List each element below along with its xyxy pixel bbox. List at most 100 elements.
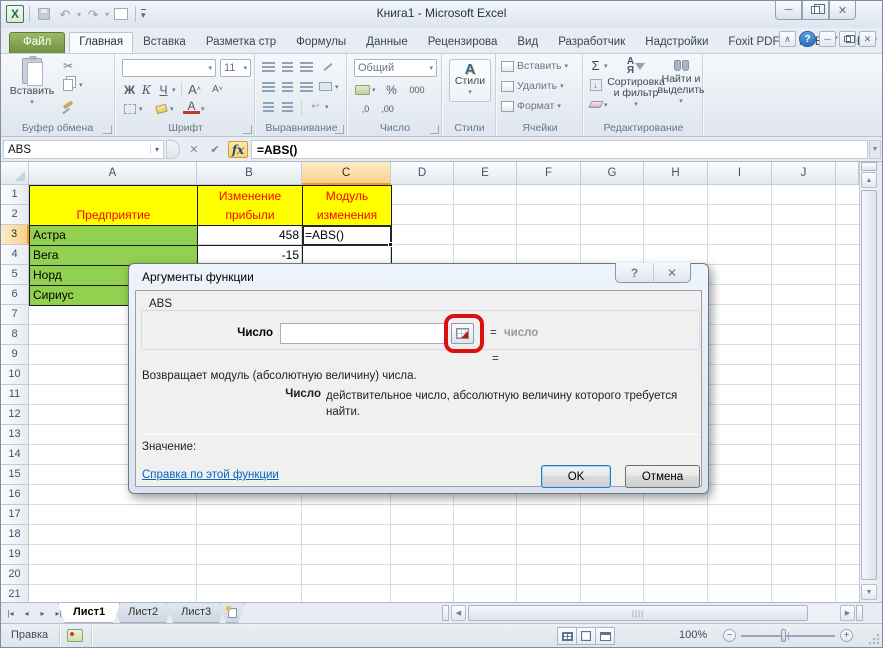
column-header-E[interactable]: E — [454, 162, 517, 185]
align-middle-icon[interactable] — [279, 58, 296, 75]
ribbon-tab-файл[interactable]: Файл — [9, 32, 65, 53]
decrease-indent-icon[interactable] — [260, 98, 277, 115]
align-top-icon[interactable] — [260, 58, 277, 75]
scroll-right-icon[interactable]: ▶ — [840, 605, 855, 621]
row-header-7[interactable]: 7 — [1, 305, 29, 325]
column-header-F[interactable]: F — [517, 162, 581, 185]
expand-formula-bar-icon[interactable]: ▼ — [869, 140, 881, 159]
row-header-20[interactable]: 20 — [1, 565, 29, 585]
cancel-button[interactable]: Отмена — [625, 465, 700, 488]
clear-dropdown-icon[interactable]: ▾ — [604, 101, 608, 109]
cell-A1:A2[interactable]: Предприятие — [29, 185, 198, 226]
align-center-icon[interactable] — [279, 78, 296, 95]
row-header-12[interactable]: 12 — [1, 405, 29, 425]
select-all-button[interactable] — [1, 162, 29, 185]
workbook-minimize-icon[interactable]: ─ — [819, 31, 836, 47]
cut-icon[interactable]: ✂ — [59, 57, 77, 74]
row-header-18[interactable]: 18 — [1, 525, 29, 545]
borders-dropdown-icon[interactable]: ▾ — [139, 105, 143, 113]
row-header-15[interactable]: 15 — [1, 465, 29, 485]
column-header-J[interactable]: J — [772, 162, 836, 185]
insert-function-button[interactable]: fx — [228, 141, 248, 158]
wrap-dropdown-icon[interactable]: ▾ — [325, 103, 329, 111]
column-header-C[interactable]: C — [302, 162, 391, 185]
row-header-2[interactable]: 2 — [1, 205, 29, 225]
row-header-6[interactable]: 6 — [1, 285, 29, 305]
column-header-I[interactable]: I — [708, 162, 772, 185]
help-icon[interactable]: ? — [799, 31, 816, 47]
row-header-8[interactable]: 8 — [1, 325, 29, 345]
ribbon-tab-рецензирова[interactable]: Рецензирова — [418, 32, 508, 53]
function-help-link[interactable]: Справка по этой функции — [142, 469, 279, 481]
accounting-dropdown-icon[interactable]: ▾ — [372, 86, 376, 94]
page-layout-view-icon[interactable] — [576, 627, 596, 645]
zoom-level[interactable]: 100% — [679, 629, 707, 641]
workbook-restore-icon[interactable] — [839, 31, 856, 47]
ribbon-tab-данные[interactable]: Данные — [356, 32, 418, 53]
number-argument-input[interactable] — [280, 323, 447, 344]
dialog-help-icon[interactable]: ? — [616, 263, 653, 282]
tab-split-handle[interactable] — [442, 605, 449, 621]
next-sheet-icon[interactable]: ▸ — [35, 605, 50, 621]
dialog-close-icon[interactable]: ✕ — [653, 263, 690, 282]
format-painter-icon[interactable] — [59, 96, 77, 113]
cancel-entry-icon[interactable]: ✕ — [185, 141, 203, 158]
column-header-H[interactable]: H — [644, 162, 708, 185]
copy-icon[interactable] — [59, 76, 77, 93]
number-dialog-launcher-icon[interactable] — [430, 125, 439, 134]
ribbon-tab-главная[interactable]: Главная — [69, 32, 133, 53]
row-header-5[interactable]: 5 — [1, 265, 29, 285]
styles-button[interactable]: A Стили ▾ — [449, 59, 491, 102]
fill-handle[interactable] — [388, 242, 393, 247]
vertical-split-handle[interactable] — [861, 162, 877, 171]
clipboard-dialog-launcher-icon[interactable] — [103, 125, 112, 134]
zoom-out-icon[interactable]: − — [723, 629, 736, 642]
macro-record-icon[interactable] — [67, 629, 83, 642]
column-header-partial[interactable] — [836, 162, 859, 185]
underline-dropdown-icon[interactable]: ▾ — [172, 86, 176, 94]
cell-B3[interactable]: 458 — [197, 225, 303, 246]
copy-dropdown-icon[interactable]: ▾ — [79, 81, 83, 89]
shrink-font-button[interactable]: А˅ — [209, 81, 226, 98]
ok-button[interactable]: OK — [541, 465, 611, 488]
workbook-close-icon[interactable]: ✕ — [859, 31, 876, 47]
fill-color-icon[interactable] — [153, 100, 170, 117]
horizontal-split-handle[interactable] — [856, 605, 863, 621]
column-header-B[interactable]: B — [197, 162, 302, 185]
increase-indent-icon[interactable] — [279, 98, 296, 115]
column-header-G[interactable]: G — [581, 162, 644, 185]
row-header-9[interactable]: 9 — [1, 345, 29, 365]
scroll-down-icon[interactable]: ▼ — [861, 584, 877, 600]
underline-button[interactable]: Ч — [155, 81, 172, 98]
name-box-dropdown-icon[interactable]: ▾ — [150, 145, 159, 154]
autosum-button[interactable]: Σ — [587, 57, 604, 74]
vertical-scroll-thumb[interactable] — [861, 190, 877, 580]
horizontal-scrollbar[interactable]: ◀ |||| ▶ — [451, 605, 855, 621]
row-header-11[interactable]: 11 — [1, 385, 29, 405]
row-header-1[interactable]: 1 — [1, 185, 29, 205]
page-break-view-icon[interactable] — [595, 627, 615, 645]
borders-icon[interactable] — [121, 100, 138, 117]
active-cell-selection[interactable] — [302, 225, 392, 246]
clear-icon[interactable] — [587, 96, 604, 113]
minimize-button[interactable]: ─ — [775, 1, 802, 20]
format-cells-button[interactable]: Формат▾ — [501, 100, 561, 112]
row-header-10[interactable]: 10 — [1, 365, 29, 385]
sheet-tab-лист3[interactable]: Лист3 — [166, 603, 226, 623]
delete-cells-button[interactable]: Удалить▾ — [501, 80, 564, 92]
align-bottom-icon[interactable] — [298, 58, 315, 75]
sort-filter-button[interactable]: АЯ Сортировка и фильтр ▾ — [613, 57, 659, 110]
wrap-text-icon[interactable]: ↩ — [307, 98, 324, 115]
row-header-13[interactable]: 13 — [1, 425, 29, 445]
align-left-icon[interactable] — [260, 78, 277, 95]
scroll-up-icon[interactable]: ▲ — [861, 172, 877, 188]
zoom-slider-handle[interactable] — [781, 629, 786, 642]
row-header-4[interactable]: 4 — [1, 245, 29, 265]
formula-input[interactable]: =ABS() — [251, 140, 868, 159]
row-header-19[interactable]: 19 — [1, 545, 29, 565]
accounting-format-icon[interactable] — [354, 81, 371, 98]
align-right-icon[interactable] — [298, 78, 315, 95]
column-header-D[interactable]: D — [391, 162, 454, 185]
ribbon-tab-надстройки[interactable]: Надстройки — [635, 32, 718, 53]
close-button[interactable]: ✕ — [829, 1, 856, 20]
